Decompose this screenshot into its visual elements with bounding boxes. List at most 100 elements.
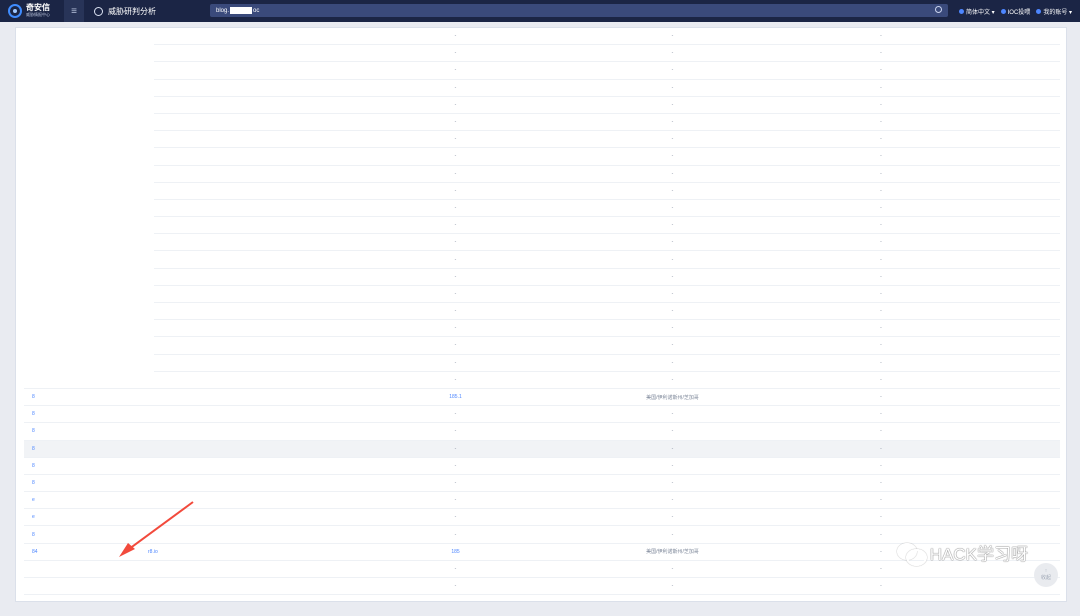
location-cell: - (671, 33, 674, 40)
table-row[interactable]: --- (24, 250, 1060, 269)
search-icon[interactable] (935, 6, 942, 13)
tag-cell: - (880, 119, 882, 126)
id-cell: 8 (32, 394, 35, 401)
table-row[interactable]: --- (24, 113, 1060, 132)
ip-cell: - (454, 514, 457, 521)
ip-cell: - (454, 411, 457, 418)
tag-cell: - (880, 531, 882, 538)
top-right-menu: 简体中文 ▾ IOC投喂 我的账号 ▾ (958, 0, 1072, 22)
table-row[interactable]: --- (24, 336, 1060, 355)
ip-cell: - (454, 170, 457, 177)
tag-cell: - (880, 239, 882, 246)
row-left-blank (24, 79, 154, 97)
logo-text: 奇安信 威胁情报中心 (26, 4, 50, 18)
table-row[interactable]: --- (24, 44, 1060, 63)
scroll-top-label: 收起 (1040, 575, 1051, 581)
location-cell: - (671, 462, 674, 469)
ip-cell: - (454, 342, 457, 349)
brand-subtitle: 威胁情报中心 (26, 12, 50, 17)
table-row[interactable]: --- (24, 27, 1060, 46)
table-row[interactable]: --- (24, 302, 1060, 321)
table-row[interactable]: --- (24, 319, 1060, 338)
ip-cell: - (454, 273, 457, 280)
language-selector[interactable]: 简体中文 ▾ (958, 7, 995, 16)
row-left-blank (24, 354, 154, 372)
location-cell: - (671, 204, 674, 211)
tag-cell: - (880, 394, 882, 401)
scroll-to-top-button[interactable]: ↑ 收起 (1034, 563, 1058, 587)
ip-cell[interactable]: 185.1 (342, 394, 569, 400)
id-cell: 8 (32, 411, 35, 418)
ip-cell: - (454, 290, 457, 297)
table-row[interactable]: --- (24, 147, 1060, 166)
id-cell: 8 (32, 462, 35, 469)
location-cell: - (671, 273, 674, 280)
tag-cell: - (880, 376, 882, 383)
table-row[interactable]: 8 - - - (24, 440, 1060, 458)
row-left-blank (24, 130, 154, 148)
tag-cell: - (880, 308, 882, 315)
location-cell: - (671, 565, 674, 572)
table-row[interactable]: --- (24, 130, 1060, 149)
ioc-feed-link[interactable]: IOC投喂 (1000, 7, 1030, 16)
location-cell: 美国/伊利诺斯州/芝加哥 (646, 394, 699, 401)
row-left-blank (24, 268, 154, 286)
location-cell: - (671, 531, 674, 538)
user-icon (1036, 8, 1042, 14)
table-row[interactable]: --- (24, 61, 1060, 80)
row-left-blank (24, 285, 154, 303)
location-cell: - (671, 514, 674, 521)
row-left-blank (24, 113, 154, 131)
location-cell: - (671, 308, 674, 315)
table-row[interactable]: --- (24, 233, 1060, 252)
table-row[interactable]: --- (24, 216, 1060, 235)
logo[interactable]: 奇安信 威胁情报中心 (0, 0, 64, 22)
ip-cell: - (454, 239, 457, 246)
table-row[interactable]: 8 - - - (24, 423, 1060, 441)
table-row[interactable]: --- (24, 79, 1060, 97)
table-row[interactable]: --- (24, 182, 1060, 200)
location-cell: - (671, 411, 674, 418)
tag-cell: - (880, 479, 882, 486)
location-cell: - (671, 342, 674, 349)
table-row[interactable]: 8 - - - (24, 458, 1060, 475)
ip-cell: - (454, 359, 457, 366)
ip-cell: - (454, 187, 457, 194)
tag-cell: - (880, 445, 882, 452)
row-left-blank (24, 27, 154, 45)
row-left-blank (24, 199, 154, 217)
id-cell: 8 (32, 445, 35, 452)
table-row[interactable]: --- (24, 96, 1060, 114)
table-row[interactable]: --- (24, 354, 1060, 372)
search-input[interactable]: blog. oc (210, 4, 948, 17)
table-row[interactable]: 8 - - - (24, 406, 1060, 424)
wechat-icon (896, 542, 927, 566)
table-row[interactable]: --- (24, 371, 1060, 389)
table-row[interactable]: --- (24, 199, 1060, 218)
brand-name: 奇安信 (26, 3, 50, 12)
row-left-blank (24, 182, 154, 200)
location-cell: - (671, 136, 674, 143)
table-row[interactable]: --- (24, 578, 1060, 596)
table-row[interactable]: --- (24, 285, 1060, 303)
ip-cell: - (454, 308, 457, 315)
account-label: 我的账号 ▾ (1043, 9, 1072, 16)
top-navigation-bar: 奇安信 威胁情报中心 ≡ 威胁研判分析 blog. oc 简体中文 ▾ IOC投… (0, 0, 1080, 22)
ip-cell: - (454, 101, 457, 108)
table-row[interactable]: 8 - - - (24, 475, 1060, 493)
ip-cell[interactable]: 185 (342, 549, 569, 555)
module-icon (94, 6, 103, 16)
id-cell: 8 (32, 428, 35, 435)
menu-button[interactable]: ≡ (64, 0, 84, 22)
table-row[interactable]: --- (24, 268, 1060, 286)
row-left-blank (24, 302, 154, 320)
tag-cell: - (880, 153, 882, 160)
tag-cell: - (880, 462, 882, 469)
table-row[interactable]: --- (24, 165, 1060, 183)
ip-cell: - (454, 531, 457, 538)
table-row[interactable]: 8 185.1 美国/伊利诺斯州/芝加哥 - (24, 389, 1060, 407)
location-cell: - (671, 479, 674, 486)
account-menu[interactable]: 我的账号 ▾ (1036, 7, 1072, 16)
row-left-blank (24, 165, 154, 183)
tag-cell: - (880, 33, 882, 40)
